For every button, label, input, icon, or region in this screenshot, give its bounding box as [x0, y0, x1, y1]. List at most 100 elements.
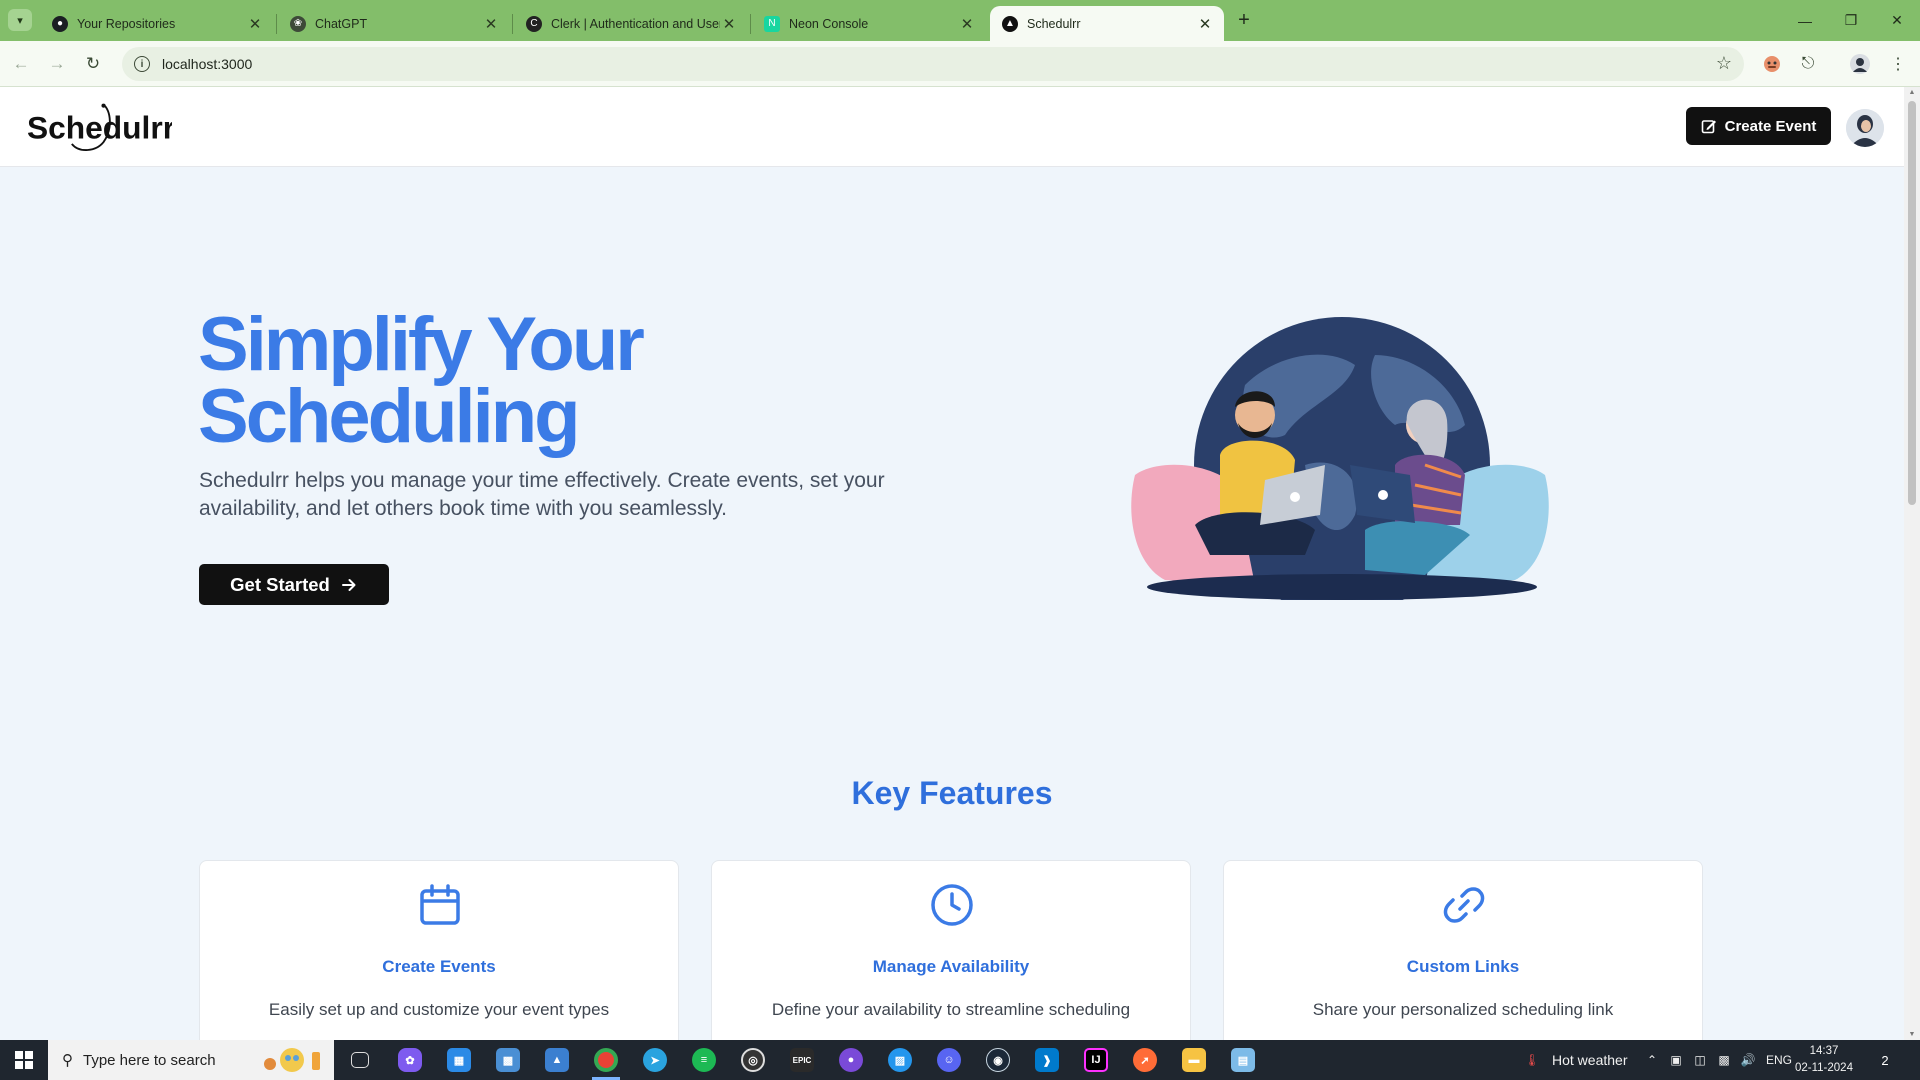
- get-started-button[interactable]: Get Started: [199, 564, 389, 605]
- notification-count: 2: [1881, 1052, 1889, 1068]
- hero-subtitle: Schedulrr helps you manage your time eff…: [199, 469, 885, 520]
- network-icon[interactable]: ▩: [1716, 1052, 1732, 1068]
- language-indicator[interactable]: ENG: [1766, 1040, 1792, 1080]
- new-tab-button[interactable]: +: [1232, 9, 1256, 31]
- chrome-icon: [594, 1048, 618, 1072]
- tab-title: Your Repositories: [77, 16, 176, 31]
- close-tab-icon[interactable]: ✕: [720, 15, 738, 33]
- telegram-app[interactable]: ➤: [631, 1040, 679, 1080]
- neon-icon: N: [764, 15, 780, 32]
- clock-icon: [931, 884, 973, 926]
- vscode-app[interactable]: ❱: [1023, 1040, 1071, 1080]
- spotify-icon: ≡: [692, 1048, 716, 1072]
- chrome-app[interactable]: [582, 1040, 630, 1080]
- app-installer[interactable]: ▩: [484, 1040, 532, 1080]
- thermometer-icon: 🌡: [1524, 1053, 1540, 1067]
- extension-face-icon[interactable]: [1760, 52, 1784, 76]
- meet-now-icon[interactable]: ▣: [1668, 1052, 1684, 1068]
- notepad-app[interactable]: ▤: [1219, 1040, 1267, 1080]
- forward-icon[interactable]: →: [44, 51, 70, 77]
- github-desktop-app[interactable]: ●: [827, 1040, 875, 1080]
- tab-search-button[interactable]: ▾: [8, 9, 32, 31]
- hero-illustration: [1131, 317, 1549, 600]
- tab-clerk[interactable]: C Clerk | Authentication and User ✕: [514, 6, 748, 41]
- logo-text: Schedulrr: [27, 109, 172, 145]
- site-info-icon[interactable]: i: [134, 56, 150, 72]
- task-view-button[interactable]: [336, 1040, 384, 1080]
- close-tab-icon[interactable]: ✕: [482, 15, 500, 33]
- postman-app[interactable]: ➚: [1121, 1040, 1169, 1080]
- hero-title-line1: Simplify Your: [198, 302, 645, 387]
- taskbar-search[interactable]: ⚲ Type here to search: [48, 1040, 334, 1080]
- copilot-app[interactable]: ✿: [386, 1040, 434, 1080]
- web-page: Schedulrr Create Event Simplify Your Sch…: [0, 87, 1904, 1040]
- epic-games-app[interactable]: EPIC: [778, 1040, 826, 1080]
- close-window-icon[interactable]: ✕: [1874, 0, 1920, 41]
- browser-menu-icon[interactable]: ⋮: [1886, 52, 1910, 76]
- scrollbar-thumb[interactable]: [1908, 101, 1916, 505]
- obs-app[interactable]: ◎: [729, 1040, 777, 1080]
- files-app[interactable]: ▲: [533, 1040, 581, 1080]
- intellij-app[interactable]: IJ: [1072, 1040, 1120, 1080]
- close-tab-icon[interactable]: ✕: [958, 15, 976, 33]
- hero-title-line2: Scheduling: [198, 374, 581, 459]
- docker-app[interactable]: ▨: [876, 1040, 924, 1080]
- restore-icon[interactable]: ❐: [1828, 0, 1874, 41]
- steam-app[interactable]: ◉: [974, 1040, 1022, 1080]
- volume-icon[interactable]: 🔊: [1740, 1052, 1756, 1068]
- url-text: localhost:3000: [162, 56, 253, 72]
- user-avatar[interactable]: [1846, 109, 1884, 147]
- tab-schedulrr[interactable]: ▲ Schedulrr ✕: [990, 6, 1224, 41]
- discord-app[interactable]: ☺: [925, 1040, 973, 1080]
- copilot-icon: ✿: [398, 1048, 422, 1072]
- installer-icon: ▩: [496, 1048, 520, 1072]
- close-tab-icon[interactable]: ✕: [1196, 15, 1214, 33]
- profile-avatar-icon[interactable]: [1848, 52, 1872, 76]
- schedulrr-icon: ▲: [1002, 15, 1018, 32]
- tab-neon-console[interactable]: N Neon Console ✕: [752, 6, 986, 41]
- site-header: Schedulrr Create Event: [0, 87, 1904, 167]
- minimize-icon[interactable]: —: [1782, 0, 1828, 41]
- spotify-app[interactable]: ≡: [680, 1040, 728, 1080]
- reload-icon[interactable]: ↻: [80, 51, 106, 77]
- vscode-icon: ❱: [1035, 1048, 1059, 1072]
- display-icon[interactable]: ◫: [1692, 1052, 1708, 1068]
- close-tab-icon[interactable]: ✕: [246, 15, 264, 33]
- scroll-up-icon[interactable]: ▲: [1908, 89, 1916, 96]
- extensions-puzzle-icon[interactable]: ⎋: [1796, 52, 1820, 76]
- weather-text[interactable]: Hot weather: [1552, 1040, 1627, 1080]
- store-app[interactable]: ▦: [435, 1040, 483, 1080]
- feature-card-manage-availability: Manage Availability Define your availabi…: [711, 860, 1191, 1040]
- feature-title: Create Events: [382, 957, 496, 976]
- taskbar-search-placeholder: Type here to search: [83, 1051, 216, 1069]
- clock-time: 14:37: [1809, 1045, 1839, 1057]
- windows-taskbar: ⚲ Type here to search ✿ ▦ ▩ ▲ ➤ ≡ ◎ EPIC…: [0, 1040, 1920, 1080]
- windows-logo-icon: [15, 1051, 33, 1069]
- schedulrr-logo[interactable]: Schedulrr: [22, 101, 172, 157]
- arrow-right-icon: [341, 578, 356, 591]
- show-hidden-icons-icon[interactable]: ⌃: [1644, 1052, 1660, 1068]
- page-scrollbar[interactable]: ▲ ▼: [1904, 87, 1920, 1040]
- system-clock[interactable]: 14:37 02-11-2024: [1792, 1043, 1856, 1077]
- tab-title: ChatGPT: [315, 16, 368, 31]
- tab-title: Clerk | Authentication and User: [551, 16, 720, 31]
- feature-description: Share your personalized scheduling link: [1312, 1000, 1614, 1019]
- tab-title: Schedulrr: [1027, 16, 1081, 31]
- start-button[interactable]: [0, 1040, 48, 1080]
- obs-icon: ◎: [741, 1048, 765, 1072]
- address-bar[interactable]: i localhost:3000 ☆: [122, 47, 1744, 81]
- discord-icon: ☺: [937, 1048, 961, 1072]
- postman-icon: ➚: [1133, 1048, 1157, 1072]
- create-event-button[interactable]: Create Event: [1686, 107, 1831, 145]
- bookmark-star-icon[interactable]: ☆: [1716, 53, 1732, 74]
- feature-title: Custom Links: [1406, 957, 1520, 976]
- hero-title: Simplify Your Scheduling: [198, 302, 898, 459]
- scroll-down-icon[interactable]: ▼: [1908, 1031, 1916, 1038]
- notification-center-icon[interactable]: 2: [1874, 1049, 1896, 1071]
- create-event-label: Create Event: [1724, 117, 1817, 135]
- file-explorer-app[interactable]: ▬: [1170, 1040, 1218, 1080]
- back-icon[interactable]: ←: [8, 51, 34, 77]
- tab-chatgpt[interactable]: ❀ ChatGPT ✕: [278, 6, 510, 41]
- tab-your-repositories[interactable]: ● Your Repositories ✕: [40, 6, 274, 41]
- edit-icon: [1701, 120, 1716, 134]
